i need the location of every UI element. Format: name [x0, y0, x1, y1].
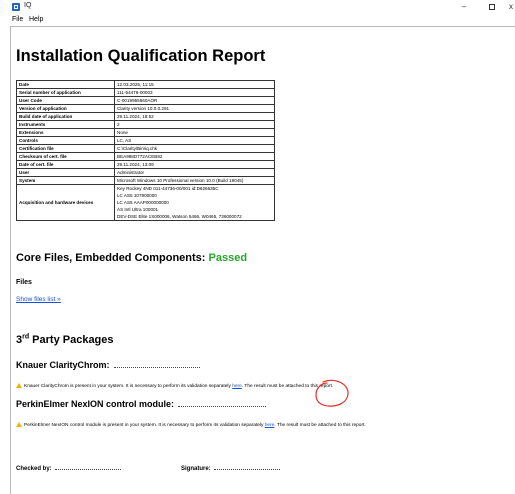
signature-line: [213, 465, 280, 470]
table-row: User Code C-0019955560AOR: [16, 96, 275, 105]
row-value: Key Rockey 4ND 011-44736-00/001 id:D6266…: [114, 184, 275, 221]
table-row: Checksum of cert. file BEA988D772ACEB82: [16, 152, 275, 161]
device-line: DEV-DSE Elite 1S000006, Watson 5466, W04…: [117, 214, 242, 219]
table-row: Date of cert. file 29.11.2024, 13:09: [16, 160, 275, 169]
perkin-heading: PerkinElmer NexION control module:: [16, 399, 267, 409]
row-key: User: [16, 168, 115, 177]
knauer-heading-label: Knauer ClarityChrom:: [16, 360, 110, 370]
checked-by: Checked by:: [16, 465, 121, 472]
signature: Signature:: [181, 465, 280, 472]
table-row: Controls LC, AS: [16, 136, 275, 145]
table-row: User Administrator: [16, 168, 275, 177]
row-value: 12.03.2025, 11:15: [114, 80, 275, 89]
row-value: Administrator: [114, 168, 275, 177]
core-status-badge: Passed: [208, 252, 248, 264]
perkin-warning-tail: . The result must be attached to this re…: [274, 423, 366, 428]
row-key: Date: [16, 80, 115, 89]
info-table: Date 12.03.2025, 11:15 Serial number of ap…: [16, 80, 275, 221]
core-files-label: Core Files, Embedded Components:: [16, 252, 206, 264]
device-line: LC AS5 AAAP000000000: [117, 200, 169, 205]
row-value: 111-54476-00003: [114, 88, 275, 97]
knauer-dotted-line: [113, 362, 200, 368]
signature-label: Signature:: [181, 466, 211, 472]
row-key: Acquisition and hardware devices: [16, 184, 115, 221]
close-button[interactable]: x: [509, 2, 515, 12]
menu-bar: File Help: [0, 14, 515, 26]
table-row: Instruments 2: [16, 120, 275, 129]
row-value: LC, AS: [114, 136, 275, 145]
device-line: LC AS5 107900000: [117, 193, 157, 198]
checked-by-line: [54, 465, 121, 470]
checked-by-label: Checked by:: [16, 466, 52, 472]
app-icon: [12, 3, 20, 11]
row-value: 2: [114, 120, 275, 129]
knauer-warning-text: Knauer ClarityChrom is present in your s…: [24, 384, 233, 389]
perkin-warning: PerkinElmer NexION control module is pre…: [16, 422, 366, 428]
knauer-warning: Knauer ClarityChrom is present in your s…: [16, 383, 333, 389]
table-row: Serial number of application 111-54476-00…: [16, 88, 275, 97]
table-row: Build date of application 29.11.2024, 18:…: [16, 112, 275, 121]
perkin-here-link[interactable]: here: [265, 423, 275, 428]
row-value: Clarity version 10.0.0.291: [114, 104, 275, 113]
maximize-icon: [489, 3, 495, 10]
warning-icon: [16, 383, 22, 388]
row-key: Controls: [16, 136, 115, 145]
menu-file[interactable]: File: [12, 16, 23, 23]
device-line: AS Intl Ultra 100001: [117, 207, 159, 212]
knauer-heading: Knauer ClarityChrom:: [16, 360, 200, 370]
row-value: 29.11.2024, 18:52: [114, 112, 275, 121]
table-row: Version of application Clarity version 10…: [16, 104, 275, 113]
perkin-heading-label: PerkinElmer NexION control module:: [16, 399, 175, 409]
minimize-button[interactable]: –: [457, 2, 471, 12]
row-value: Microsoft Windows 10 Professional versio…: [114, 176, 275, 185]
core-files-heading: Core Files, Embedded Components: Passed: [16, 252, 247, 264]
row-key: Extensions: [16, 128, 115, 137]
row-key: Instruments: [16, 120, 115, 129]
files-heading: Files: [16, 279, 32, 286]
report-view[interactable]: Installation Qualification Report Date 12…: [10, 26, 515, 494]
knauer-here-link[interactable]: here: [232, 384, 242, 389]
perkin-dotted-line: [178, 401, 267, 407]
window-title: IQ: [24, 2, 32, 9]
table-row: Date 12.03.2025, 11:15: [16, 80, 275, 89]
row-key: Build date of application: [16, 112, 115, 121]
warning-icon: [16, 422, 22, 427]
row-key: System: [16, 176, 115, 185]
table-row: System Microsoft Windows 10 Professional …: [16, 176, 275, 185]
show-files-link[interactable]: Show files list »: [16, 296, 61, 303]
third-party-heading: 3rd Party Packages: [16, 333, 114, 346]
device-line: Key Rockey 4ND 011-44736-00/001 id:D6266…: [117, 186, 219, 191]
row-value: None: [114, 128, 275, 137]
menu-help[interactable]: Help: [29, 16, 43, 23]
maximize-button[interactable]: [485, 2, 499, 12]
row-key: User Code: [16, 96, 115, 105]
row-value: C-0019955560AOR: [114, 96, 275, 105]
third-party-text: Party Packages: [29, 334, 114, 346]
row-value: 29.11.2024, 13:09: [114, 160, 275, 169]
table-row: Acquisition and hardware devices Key Rock…: [16, 184, 275, 221]
row-value: C:\Clarity\Bin\iq.chk: [114, 144, 275, 153]
table-row: Extensions None: [16, 128, 275, 137]
row-key: Certification file: [16, 144, 115, 153]
row-key: Date of cert. file: [16, 160, 115, 169]
report-title: Installation Qualification Report: [16, 47, 266, 65]
row-key: Checksum of cert. file: [16, 152, 115, 161]
row-value: BEA988D772ACEB82: [114, 152, 275, 161]
row-key: Version of application: [16, 104, 115, 113]
title-bar: IQ – x: [0, 0, 515, 14]
row-key: Serial number of application: [16, 88, 115, 97]
table-row: Certification file C:\Clarity\Bin\iq.chk: [16, 144, 275, 153]
perkin-warning-text: PerkinElmer NexION control module is pre…: [24, 423, 265, 428]
annotation-circle: [315, 379, 349, 407]
